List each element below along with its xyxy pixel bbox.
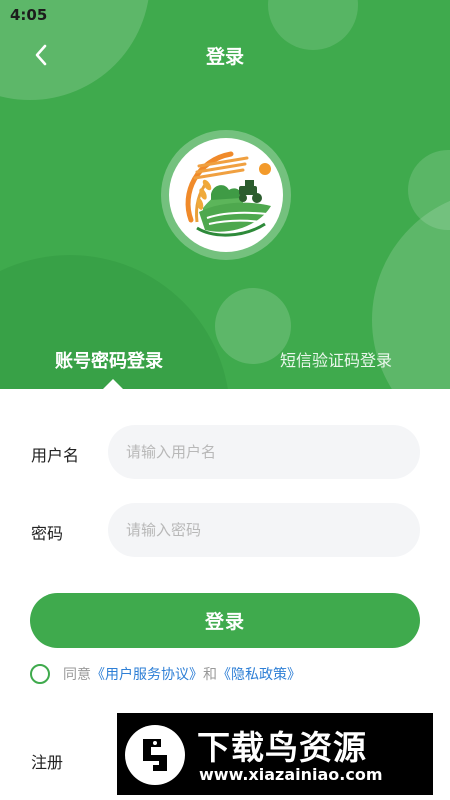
- tab-sms-login[interactable]: 短信验证码登录: [280, 347, 392, 371]
- agreement-and: 和: [203, 667, 217, 683]
- watermark-logo: [125, 725, 185, 785]
- watermark-url: www.xiazainiao.com: [199, 765, 383, 784]
- watermark-title: 下载鸟资源: [197, 728, 367, 767]
- status-time: 4:05: [10, 6, 48, 24]
- page-title: 登录: [205, 46, 244, 68]
- app-logo: [169, 138, 283, 252]
- agreement-row: 同意 《用户服务协议》 和 《隐私政策》: [30, 662, 301, 686]
- farm-logo-icon: [185, 151, 271, 237]
- login-button[interactable]: 登录: [30, 593, 420, 648]
- username-field-box: [108, 425, 420, 479]
- decor-bubble: [408, 150, 450, 230]
- header: 4:05 登录 账号密码登录 短信验证码登录: [0, 0, 450, 389]
- terms-link[interactable]: 《用户服务协议》: [91, 664, 203, 684]
- logo-ring: [161, 130, 291, 260]
- tab-account-login[interactable]: 账号密码登录: [55, 347, 163, 373]
- privacy-link[interactable]: 《隐私政策》: [217, 664, 301, 684]
- username-input[interactable]: [108, 425, 396, 479]
- active-tab-indicator: [103, 379, 123, 389]
- watermark-banner: 下载鸟资源 www.xiazainiao.com: [117, 713, 433, 795]
- password-input[interactable]: [108, 503, 396, 557]
- username-label: 用户名: [31, 446, 80, 465]
- agreement-prefix: 同意: [63, 667, 91, 683]
- agree-checkbox[interactable]: [30, 664, 50, 684]
- password-field-box: [108, 503, 420, 557]
- bird-logo-icon: [143, 739, 167, 771]
- register-link[interactable]: 注册: [31, 749, 63, 773]
- password-label: 密码: [31, 524, 64, 543]
